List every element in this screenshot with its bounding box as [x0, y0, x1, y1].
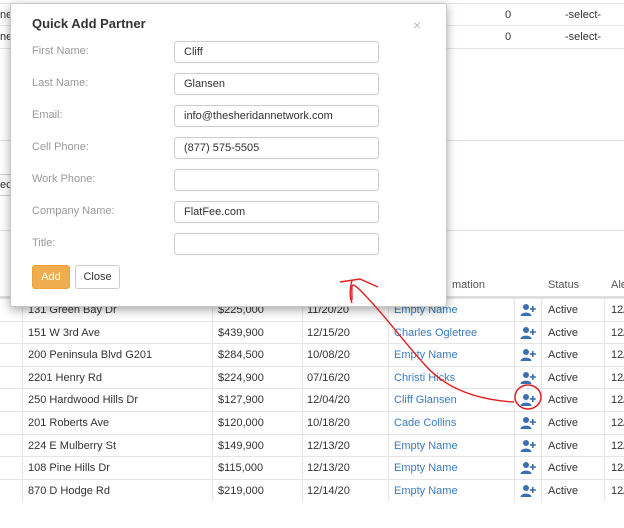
cell-partner-link[interactable]: Christi Hicks: [394, 372, 455, 384]
header-alert: Ale: [611, 279, 624, 291]
add-partner-icon[interactable]: [520, 393, 536, 407]
modal-title: Quick Add Partner: [32, 16, 146, 31]
cell-partner-link[interactable]: Empty Name: [394, 440, 458, 452]
cell-date: 12/04/20: [307, 394, 350, 407]
close-icon[interactable]: ×: [413, 17, 421, 33]
cell-address: 2201 Henry Rd: [28, 371, 102, 384]
cell-extra: 12/: [611, 349, 624, 362]
cell-price: $149,900: [218, 439, 264, 452]
table-row: 200 Peninsula Blvd G201 $284,500 10/08/20 E…: [0, 343, 624, 367]
cell-date: 07/16/20: [307, 371, 350, 384]
cell-address: 200 Peninsula Blvd G201: [28, 349, 153, 362]
cell-extra: 12/: [611, 462, 624, 475]
email-label: Email:: [32, 109, 63, 121]
cell-partner-link[interactable]: Cliff Glansen: [394, 394, 457, 406]
top-row-count: 0: [505, 9, 512, 21]
title-label: Title:: [32, 237, 56, 249]
table-row: 224 E Mulberry St $149,900 12/13/20 Empty N…: [0, 433, 624, 457]
company-name-input[interactable]: [174, 201, 379, 223]
add-partner-icon[interactable]: [520, 303, 536, 317]
cell-extra: 12/: [611, 394, 624, 407]
table-row: 250 Hardwood Hills Dr $127,900 12/04/20 Cli…: [0, 388, 624, 412]
cell-address: 151 W 3rd Ave: [28, 326, 100, 339]
cell-status: Active: [548, 417, 578, 429]
cell-address: 201 Roberts Ave: [28, 417, 110, 429]
top-row-select[interactable]: -select-: [565, 31, 601, 43]
add-partner-icon[interactable]: [520, 416, 536, 430]
cell-extra: 12/: [611, 417, 624, 429]
cell-price: $439,900: [218, 326, 264, 339]
email-input[interactable]: [174, 105, 379, 127]
cell-status: Active: [548, 349, 578, 362]
work-phone-input[interactable]: [174, 169, 379, 191]
cell-extra: 12/: [611, 484, 624, 497]
top-row-count: 0: [505, 31, 512, 43]
add-partner-icon[interactable]: [520, 461, 536, 475]
cell-extra: 12/: [611, 439, 624, 452]
add-button[interactable]: Add: [32, 265, 70, 289]
first-name-input[interactable]: [174, 41, 379, 63]
cell-extra: 12/: [611, 326, 624, 339]
cell-date: 12/15/20: [307, 326, 350, 339]
last-name-label: Last Name:: [32, 77, 89, 89]
cell-partner-link[interactable]: Empty Name: [394, 462, 458, 474]
table-row: 201 Roberts Ave $120,000 10/18/20 Cade Coll…: [0, 411, 624, 434]
cell-price: $219,000: [218, 484, 264, 497]
cell-partner-link[interactable]: Empty Name: [394, 485, 458, 497]
cell-date: 12/14/20: [307, 484, 350, 497]
cell-status: Active: [548, 371, 578, 384]
add-partner-icon[interactable]: [520, 484, 536, 498]
cell-price: $120,000: [218, 417, 264, 429]
company-name-label: Company Name:: [32, 205, 115, 217]
add-partner-icon[interactable]: [520, 348, 536, 362]
work-phone-label: Work Phone:: [32, 173, 96, 185]
add-partner-icon[interactable]: [520, 371, 536, 385]
cell-address: 108 Pine Hills Dr: [28, 462, 110, 475]
cell-date: 10/18/20: [307, 417, 350, 429]
cell-partner-link[interactable]: Charles Ogletree: [394, 327, 477, 339]
cell-status: Active: [548, 462, 578, 475]
cell-status: Active: [548, 304, 578, 316]
cell-status: Active: [548, 326, 578, 339]
cell-date: 12/13/20: [307, 462, 350, 475]
cell-address: 870 D Hodge Rd: [28, 484, 110, 497]
cell-partner-link[interactable]: Empty Name: [394, 349, 458, 361]
cell-price: $224,900: [218, 371, 264, 384]
cell-address: 250 Hardwood Hills Dr: [28, 394, 139, 407]
cell-status: Active: [548, 394, 578, 407]
cell-phone-label: Cell Phone:: [32, 141, 89, 153]
last-name-input[interactable]: [174, 73, 379, 95]
cell-partner-link[interactable]: Cade Collins: [394, 417, 456, 429]
table-row: 2201 Henry Rd $224,900 07/16/20 Christi Hic…: [0, 365, 624, 389]
cell-extra: 12/: [611, 304, 624, 316]
table-row: 870 D Hodge Rd $219,000 12/14/20 Empty Name…: [0, 478, 624, 502]
quick-add-partner-modal: Quick Add Partner × First Name: Last Nam…: [10, 3, 447, 307]
title-input[interactable]: [174, 233, 379, 255]
header-information: mation: [452, 279, 486, 291]
top-row-select[interactable]: -select-: [565, 9, 601, 21]
add-partner-icon[interactable]: [520, 326, 536, 340]
cell-phone-input[interactable]: [174, 137, 379, 159]
cell-status: Active: [548, 484, 578, 497]
first-name-label: First Name:: [32, 45, 89, 57]
cell-price: $115,000: [218, 462, 264, 475]
cell-price: $284,500: [218, 349, 264, 362]
add-partner-icon[interactable]: [520, 439, 536, 453]
cell-extra: 12/: [611, 371, 624, 384]
close-button[interactable]: Close: [75, 265, 120, 289]
table-row: 151 W 3rd Ave $439,900 12/15/20 Charles Ogl…: [0, 320, 624, 344]
cell-date: 12/13/20: [307, 439, 350, 452]
table-row: 108 Pine Hills Dr $115,000 12/13/20 Empty N…: [0, 456, 624, 480]
cell-address: 224 E Mulberry St: [28, 439, 117, 452]
cell-date: 10/08/20: [307, 349, 350, 362]
header-status: Status: [548, 279, 580, 291]
cell-price: $127,900: [218, 394, 264, 407]
cell-status: Active: [548, 439, 578, 452]
